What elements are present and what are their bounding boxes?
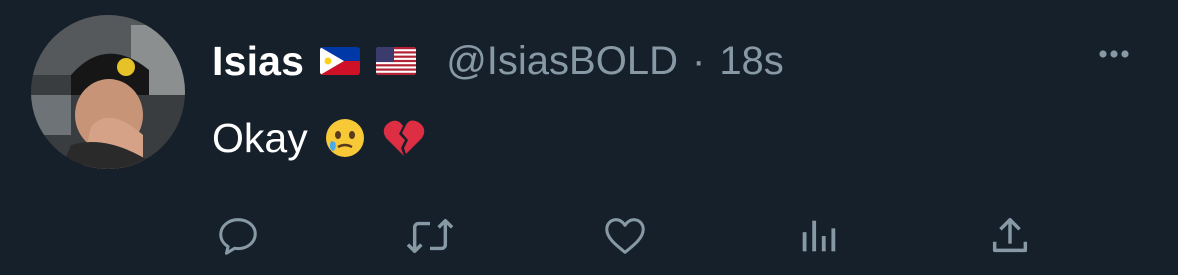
usa-flag-icon bbox=[376, 47, 417, 75]
share-icon bbox=[992, 217, 1028, 253]
reply-button[interactable] bbox=[210, 208, 266, 264]
timestamp[interactable]: 18s bbox=[719, 39, 784, 84]
tweet-text: Okay bbox=[212, 112, 426, 164]
retweet-button[interactable] bbox=[402, 208, 458, 264]
user-handle[interactable]: @IsiasBOLD bbox=[446, 39, 678, 84]
face-holding-back-tears-icon bbox=[324, 117, 366, 159]
like-button[interactable] bbox=[597, 208, 653, 264]
broken-heart-icon bbox=[382, 118, 426, 158]
retweet-icon bbox=[406, 218, 454, 254]
share-button[interactable] bbox=[982, 208, 1038, 264]
tweet-text-content: Okay bbox=[212, 114, 308, 161]
more-options-icon[interactable] bbox=[1097, 44, 1137, 64]
display-name[interactable]: Isias bbox=[212, 38, 304, 85]
reply-icon bbox=[219, 218, 257, 255]
analytics-button[interactable] bbox=[790, 208, 846, 264]
tweet-header: Isias @IsiasBOLD · 18s bbox=[212, 36, 784, 86]
tweet[interactable]: Isias @IsiasBOLD · 18s Okay bbox=[0, 0, 1178, 275]
separator-dot: · bbox=[691, 38, 706, 83]
analytics-icon bbox=[802, 220, 836, 252]
philippines-flag-icon bbox=[320, 47, 361, 75]
heart-icon bbox=[605, 218, 645, 254]
avatar[interactable] bbox=[31, 15, 185, 169]
